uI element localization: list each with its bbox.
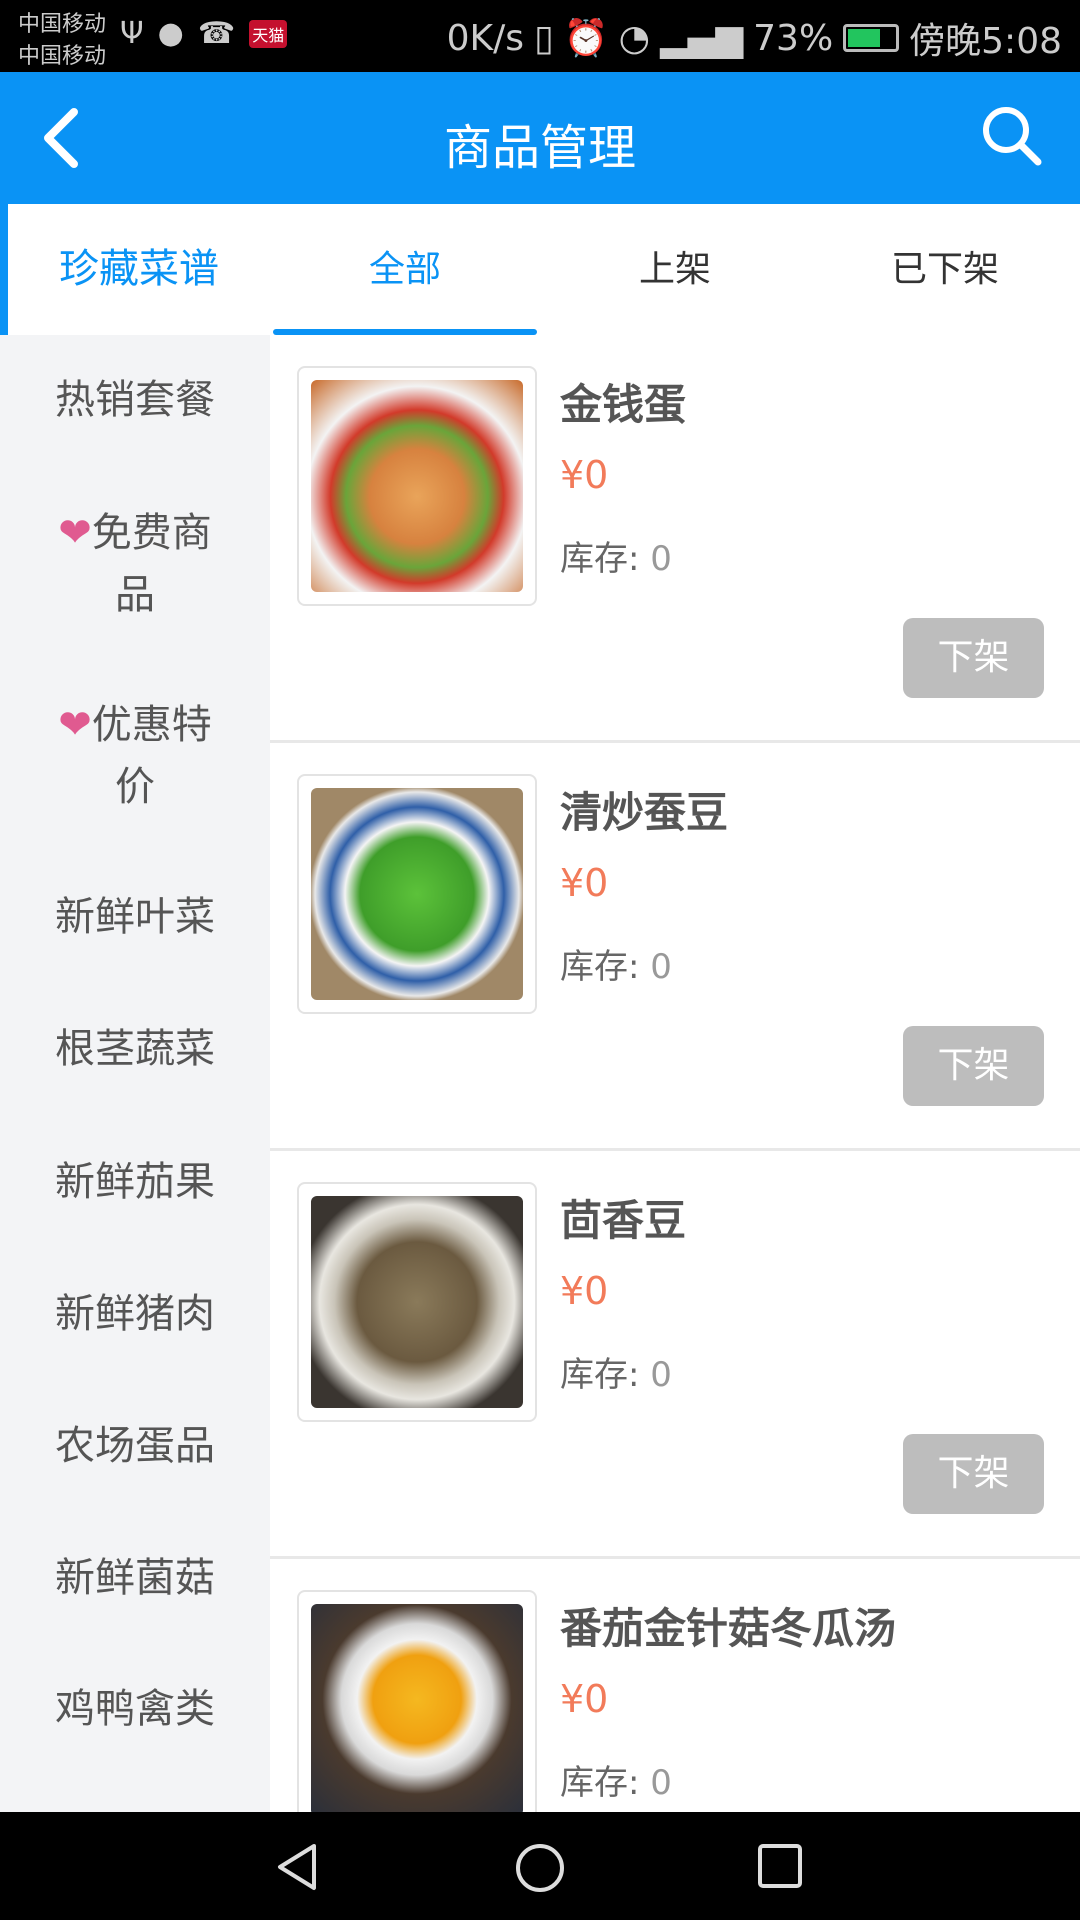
heart-icon: ❤ — [58, 702, 92, 748]
sidebar-item-label: 根茎蔬菜 — [55, 1026, 215, 1072]
sidebar-item-label: 新鲜茄果 — [55, 1159, 215, 1205]
sidebar-item-discount[interactable]: ❤优惠特价 — [0, 694, 270, 818]
sidebar-item-mushroom[interactable]: 新鲜菌菇 — [0, 1547, 270, 1609]
missed-call-icon: ☎ — [197, 16, 236, 51]
sidebar-item-nightshade[interactable]: 新鲜茄果 — [0, 1151, 270, 1213]
tab-listed[interactable]: 上架 — [540, 204, 810, 335]
product-price: ¥0 — [560, 1269, 609, 1313]
sidebar-item-label: 新鲜叶菜 — [55, 894, 215, 940]
delist-button[interactable]: 下架 — [903, 1434, 1044, 1514]
stock-label: 库存: — [560, 1355, 640, 1395]
product-name: 金钱蛋 — [560, 380, 687, 429]
battery-icon — [843, 24, 900, 52]
stock-label: 库存: — [560, 1763, 640, 1803]
delist-button[interactable]: 下架 — [903, 618, 1044, 698]
filter-tabs: 全部 上架 已下架 — [270, 204, 1080, 335]
sidebar-item-free[interactable]: ❤免费商品 — [0, 502, 270, 626]
product-stock: 库存: 0 — [560, 1755, 672, 1804]
tmall-icon: 天猫 — [249, 19, 288, 48]
sidebar-item-eggs[interactable]: 农场蛋品 — [0, 1415, 270, 1477]
product-name: 番茄金针菇冬瓜汤 — [560, 1604, 897, 1653]
product-stock: 库存: 0 — [560, 939, 672, 988]
sidebar-item-label: 新鲜猪肉 — [55, 1291, 215, 1337]
network-speed: 0K/s — [446, 17, 525, 59]
clock: 傍晚5:08 — [909, 21, 1062, 62]
product-stock: 库存: 0 — [560, 1347, 672, 1396]
product-stock: 库存: 0 — [560, 531, 672, 580]
notification-icons: Ψ ● ☎ 天猫 — [120, 16, 288, 51]
carrier-1: 中国移动 — [18, 12, 107, 37]
sidebar-item-pork[interactable]: 新鲜猪肉 — [0, 1283, 270, 1345]
carrier-2: 中国移动 — [18, 44, 107, 69]
usb-icon: Ψ — [120, 16, 144, 51]
recents-nav-icon[interactable] — [756, 1842, 804, 1890]
product-name: 茴香豆 — [560, 1196, 687, 1245]
home-nav-icon[interactable] — [514, 1842, 566, 1894]
product-item[interactable]: 番茄金针菇冬瓜汤 ¥0 库存: 0 — [270, 1559, 1080, 1812]
wifi-icon: ◔ — [618, 17, 651, 59]
sidebar-item-leafy[interactable]: 新鲜叶菜 — [0, 886, 270, 948]
product-image — [297, 366, 537, 606]
product-item[interactable]: 清炒蚕豆 ¥0 库存: 0 下架 — [270, 743, 1080, 1151]
heart-icon: ❤ — [58, 510, 92, 556]
sidebar-item-label: 新鲜菌菇 — [55, 1555, 215, 1601]
sidebar-item-poultry[interactable]: 鸡鸭禽类 — [0, 1678, 270, 1740]
product-item[interactable]: 茴香豆 ¥0 库存: 0 下架 — [270, 1151, 1080, 1559]
delist-button[interactable]: 下架 — [903, 1026, 1044, 1106]
product-price: ¥0 — [560, 1677, 609, 1721]
tab-delisted[interactable]: 已下架 — [810, 204, 1080, 335]
product-name: 清炒蚕豆 — [560, 788, 729, 837]
sidebar-item-label: 热销套餐 — [55, 377, 215, 423]
product-image — [297, 1590, 537, 1812]
vibrate-icon: ▯ — [534, 17, 554, 59]
sidebar-item-hot[interactable]: 热销套餐 — [0, 369, 270, 431]
sidebar-item-label: 免费商品 — [91, 510, 212, 618]
sidebar-item-label: 优惠特价 — [91, 702, 212, 810]
category-sidebar: 珍藏菜谱 热销套餐 ❤免费商品 ❤优惠特价 新鲜叶菜 根茎蔬菜 新鲜茄果 新鲜猪… — [0, 204, 270, 1812]
page-title: 商品管理 — [443, 120, 636, 176]
battery-percent: 73% — [753, 17, 834, 59]
stock-value: 0 — [650, 1355, 672, 1395]
back-nav-icon[interactable] — [272, 1842, 322, 1892]
sidebar-item-root[interactable]: 根茎蔬菜 — [0, 1018, 270, 1080]
message-icon: ● — [157, 16, 184, 51]
tab-all[interactable]: 全部 — [270, 204, 540, 335]
stock-value: 0 — [650, 1763, 672, 1803]
alarm-icon: ⏰ — [563, 18, 609, 59]
product-image — [297, 774, 537, 1014]
status-bar: 中国移动 中国移动 Ψ ● ☎ 天猫 0K/s ▯ ⏰ ◔ ▂▄▆ 73% 傍晚… — [0, 0, 1080, 72]
product-price: ¥0 — [560, 453, 609, 497]
product-list: 金钱蛋 ¥0 库存: 0 下架 清炒蚕豆 ¥0 库存: 0 下架 茴香豆 ¥0 … — [270, 335, 1080, 1812]
sidebar-item-label: 农场蛋品 — [55, 1423, 215, 1469]
stock-value: 0 — [650, 947, 672, 987]
stock-label: 库存: — [560, 539, 640, 579]
app-header: 商品管理 — [0, 72, 1080, 204]
search-icon[interactable] — [980, 104, 1044, 168]
product-price: ¥0 — [560, 861, 609, 905]
sidebar-item-label: 鸡鸭禽类 — [55, 1686, 215, 1732]
sidebar-item-label: 珍藏菜谱 — [59, 246, 219, 292]
system-nav-bar — [0, 1812, 1080, 1920]
stock-value: 0 — [650, 539, 672, 579]
product-image — [297, 1182, 537, 1422]
signal-icon: ▂▄▆ — [660, 17, 744, 59]
product-item[interactable]: 金钱蛋 ¥0 库存: 0 下架 — [270, 335, 1080, 743]
sidebar-item-zhencang[interactable]: 珍藏菜谱 — [0, 204, 270, 335]
stock-label: 库存: — [560, 947, 640, 987]
